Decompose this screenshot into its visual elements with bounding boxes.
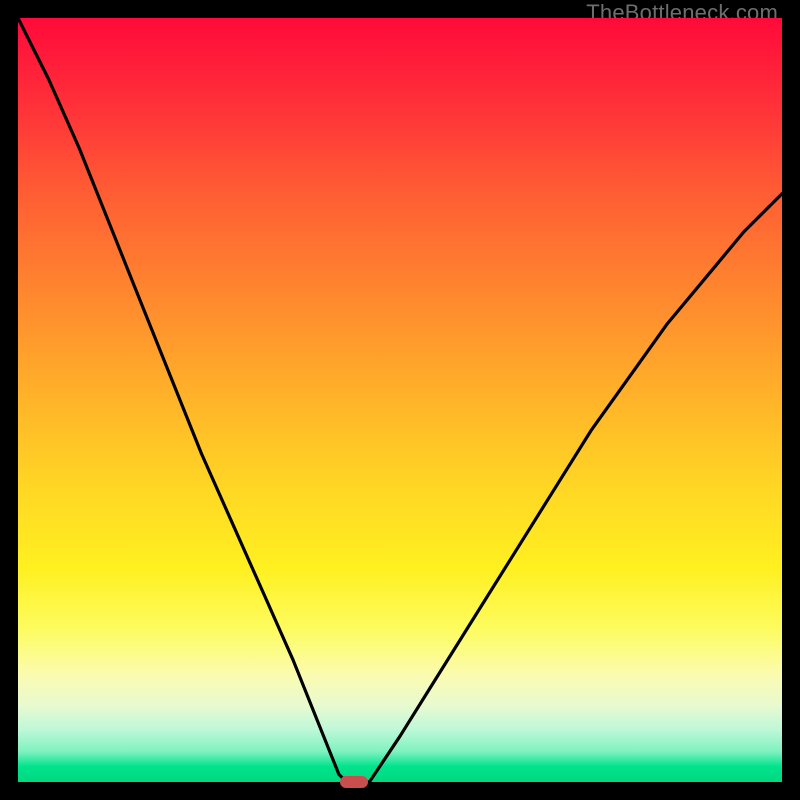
bottleneck-curve <box>18 18 782 782</box>
plot-area <box>18 18 782 782</box>
optimal-marker <box>340 776 368 788</box>
chart-frame: TheBottleneck.com <box>0 0 800 800</box>
